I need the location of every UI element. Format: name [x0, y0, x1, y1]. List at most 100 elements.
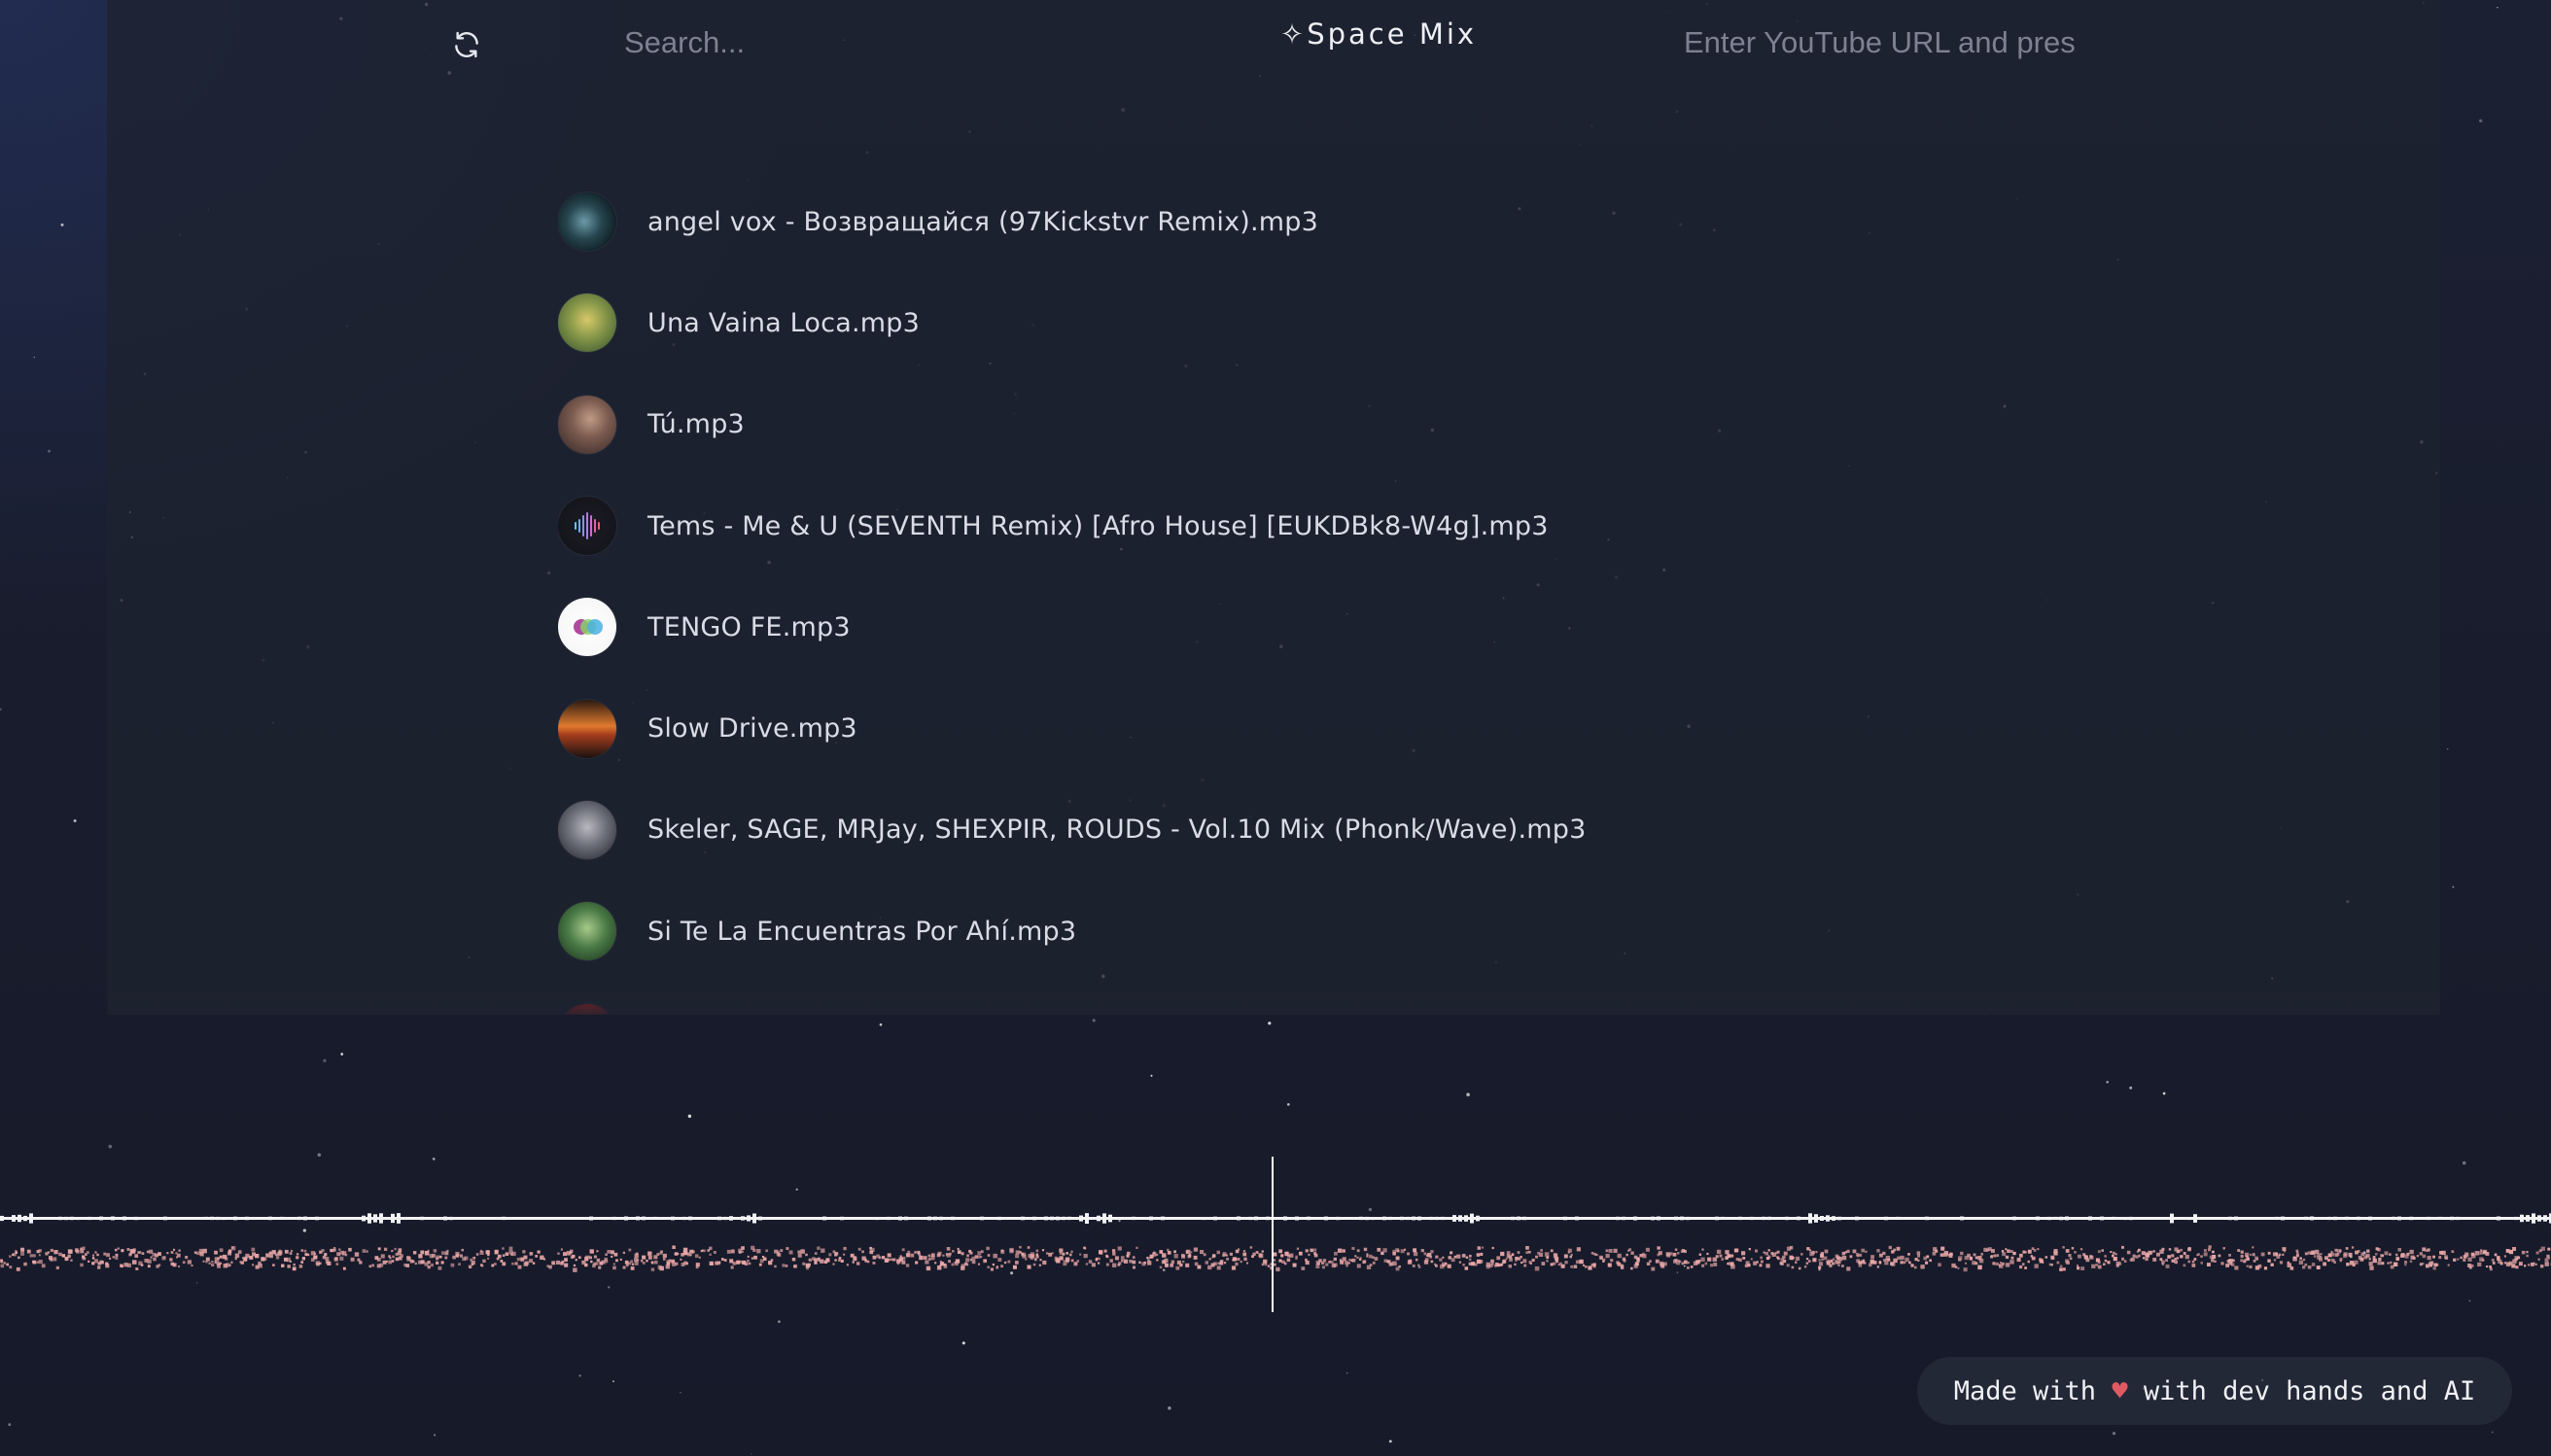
waveform-dot	[1185, 1250, 1189, 1254]
waveform-bar	[642, 1216, 646, 1221]
waveform-dot	[2365, 1253, 2370, 1259]
waveform-dot	[642, 1262, 646, 1265]
waveform-bar	[957, 1217, 961, 1220]
waveform-dot	[2503, 1262, 2507, 1265]
track-item[interactable]: Si Te La Encuentras Por Ahí.mp3	[558, 881, 2211, 982]
waveform-dot	[1528, 1250, 1531, 1254]
waveform-bar	[1633, 1216, 1637, 1221]
waveform-dot	[1725, 1250, 1730, 1255]
waveform-dot	[709, 1246, 713, 1251]
waveform-bar	[2526, 1215, 2530, 1222]
track-item[interactable]: Slow Drive.mp3	[558, 677, 2211, 779]
waveform-bar	[1540, 1217, 1544, 1220]
waveform-bar	[1464, 1215, 1468, 1222]
waveform-dot	[468, 1265, 472, 1268]
waveform-dot	[493, 1263, 497, 1265]
track-item[interactable]: angel vox - Возвращайся (97Kickstvr Remi…	[558, 171, 2211, 272]
waveform-bar	[1231, 1217, 1235, 1220]
track-item[interactable]: Tú.mp3	[558, 374, 2211, 475]
waveform-dot	[1525, 1246, 1529, 1250]
waveform-bar	[846, 1217, 850, 1220]
star	[2106, 1081, 2109, 1084]
waveform-bar	[420, 1216, 424, 1221]
search-input[interactable]	[624, 14, 1130, 72]
playhead[interactable]	[1272, 1157, 1274, 1312]
waveform-dot	[2390, 1261, 2393, 1265]
waveform-bar	[1091, 1217, 1095, 1220]
waveform-bar	[1692, 1217, 1695, 1220]
waveform-dot	[1030, 1256, 1034, 1261]
waveform-dot	[1085, 1263, 1089, 1265]
waveform-bar	[268, 1216, 272, 1221]
waveform-bar	[239, 1217, 243, 1220]
waveform-dot	[1721, 1258, 1725, 1261]
waveform-dot	[2104, 1255, 2107, 1258]
waveform-dot	[986, 1246, 990, 1251]
waveform-dot	[1205, 1261, 1208, 1265]
waveform-dot	[2203, 1252, 2208, 1257]
audio-waveform[interactable]	[0, 1147, 2551, 1322]
waveform-dot	[2339, 1249, 2342, 1253]
star	[33, 356, 36, 359]
waveform-dot	[630, 1260, 634, 1264]
waveform-dot	[751, 1257, 754, 1260]
waveform-dot	[853, 1257, 857, 1262]
waveform-bar	[1219, 1217, 1223, 1219]
track-thumbnail	[558, 294, 616, 353]
waveform-bar	[2176, 1217, 2180, 1220]
waveform-dot	[2252, 1246, 2254, 1249]
refresh-button[interactable]	[441, 23, 492, 66]
waveform-bar	[2217, 1217, 2220, 1220]
waveform-dot	[1630, 1251, 1634, 1255]
waveform-dot	[2368, 1258, 2371, 1261]
waveform-bar	[362, 1215, 366, 1222]
waveform-bar	[2205, 1217, 2209, 1220]
track-item[interactable]	[558, 982, 2211, 1015]
waveform-dot	[455, 1253, 460, 1257]
waveform-dot	[1620, 1264, 1624, 1267]
waveform-bar	[163, 1216, 167, 1221]
waveform-dot	[1413, 1248, 1417, 1253]
waveform-bar	[1202, 1217, 1206, 1221]
waveform-dot	[2062, 1246, 2065, 1249]
track-item[interactable]: Tems - Me & U (SEVENTH Remix) [Afro Hous…	[558, 475, 2211, 576]
waveform-dot	[1447, 1264, 1451, 1268]
track-item[interactable]: Una Vaina Loca.mp3	[558, 272, 2211, 373]
waveform-dot	[2113, 1257, 2117, 1262]
waveform-dot	[949, 1252, 952, 1256]
waveform-dot	[872, 1262, 876, 1265]
waveform-dot	[1342, 1249, 1345, 1253]
waveform-dot	[126, 1248, 130, 1251]
youtube-url-input[interactable]	[1684, 14, 2228, 72]
waveform-dot	[1098, 1257, 1101, 1261]
waveform-dot	[502, 1254, 506, 1257]
waveform-dot	[1700, 1257, 1705, 1262]
waveform-dot	[2427, 1256, 2431, 1261]
waveform-dot	[1423, 1252, 1427, 1256]
waveform-bar	[519, 1217, 523, 1220]
waveform-dot	[1278, 1259, 1282, 1263]
track-item[interactable]: Skeler, SAGE, MRJay, SHEXPIR, ROUDS - Vo…	[558, 780, 2211, 881]
waveform-dot	[1767, 1249, 1770, 1252]
waveform-dot	[1321, 1261, 1325, 1265]
track-item[interactable]: TENGO FE.mp3	[558, 576, 2211, 677]
waveform-dot	[589, 1249, 594, 1254]
waveform-dot	[1059, 1248, 1064, 1253]
waveform-dot	[61, 1254, 66, 1258]
waveform-dot	[228, 1264, 231, 1266]
waveform-dot	[2068, 1254, 2072, 1258]
waveform-bar	[1762, 1216, 1765, 1221]
waveform-dot	[2123, 1260, 2127, 1263]
waveform-bar	[47, 1217, 51, 1220]
waveform-bar	[327, 1217, 331, 1220]
waveform-dot	[2184, 1255, 2189, 1260]
waveform-dot	[910, 1253, 915, 1258]
waveform-dot	[814, 1258, 818, 1262]
waveform-bar	[700, 1217, 704, 1220]
waveform-dot	[2323, 1262, 2327, 1266]
waveform-bar	[1184, 1217, 1188, 1220]
track-list[interactable]: angel vox - Возвращайся (97Kickstvr Remi…	[558, 171, 2211, 1015]
waveform-dot	[64, 1257, 68, 1261]
waveform-dot	[2237, 1249, 2241, 1252]
waveform-bar	[187, 1217, 191, 1220]
